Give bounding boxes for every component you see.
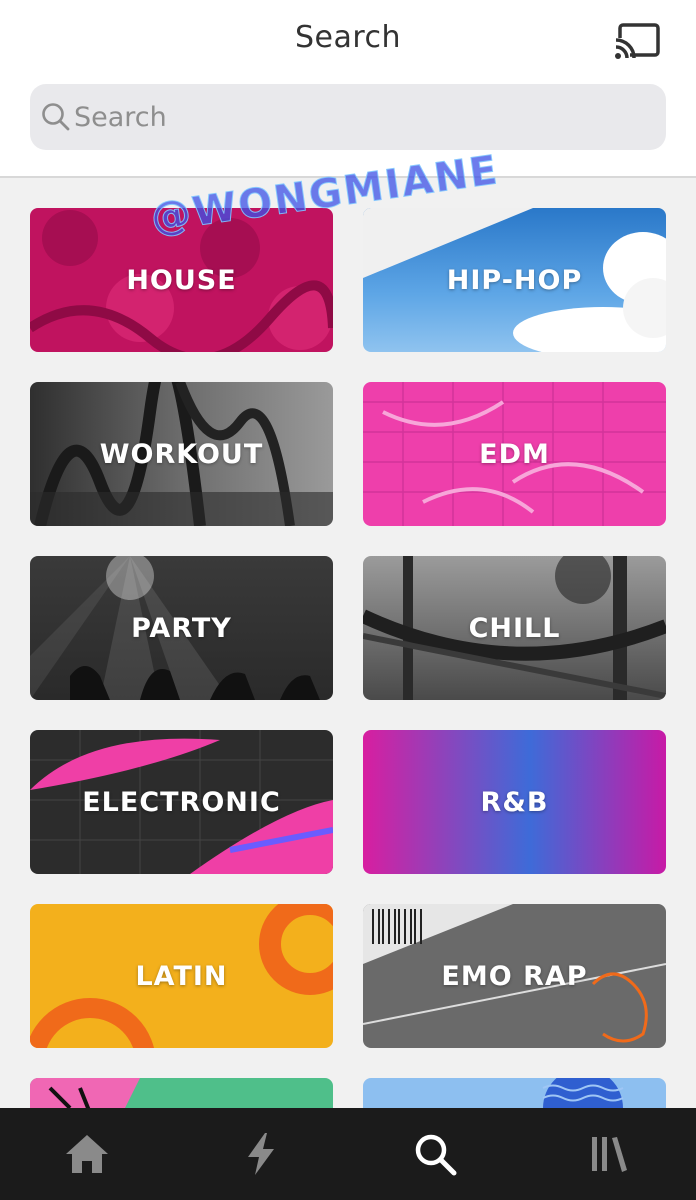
genre-tile-edm[interactable]: EDM xyxy=(363,382,666,526)
genre-label: ELECTRONIC xyxy=(82,786,281,818)
genre-label: R&B xyxy=(480,786,549,818)
tab-bar xyxy=(0,1108,696,1200)
genre-label: CHILL xyxy=(468,612,561,644)
genre-tile-electronic[interactable]: ELECTRONIC xyxy=(30,730,333,874)
header: Search xyxy=(0,0,696,178)
genre-grid: HOUSE HIP-HOP WORKOUT EDM PARTY CHILL EL… xyxy=(0,180,696,1108)
search-icon xyxy=(42,103,70,131)
tab-home[interactable] xyxy=(0,1108,174,1200)
tab-library[interactable] xyxy=(522,1108,696,1200)
genre-label: HOUSE xyxy=(126,264,237,296)
genre-tile-partial-left[interactable] xyxy=(30,1078,333,1108)
search-icon xyxy=(415,1134,457,1176)
genre-label: LATIN xyxy=(135,960,228,992)
search-input[interactable] xyxy=(74,94,654,140)
genre-tile-house[interactable]: HOUSE xyxy=(30,208,333,352)
genre-tile-workout[interactable]: WORKOUT xyxy=(30,382,333,526)
tab-search[interactable] xyxy=(348,1108,522,1200)
genre-tile-partial-right[interactable] xyxy=(363,1078,666,1108)
genre-tile-rnb[interactable]: R&B xyxy=(363,730,666,874)
partial-right-artwork xyxy=(542,1078,624,1108)
genre-label: HIP-HOP xyxy=(446,264,583,296)
genre-tile-latin[interactable]: LATIN xyxy=(30,904,333,1048)
genre-label: PARTY xyxy=(131,612,232,644)
genre-tile-chill[interactable]: CHILL xyxy=(363,556,666,700)
library-icon xyxy=(592,1137,627,1172)
genre-tile-emo-rap[interactable]: EMO RAP xyxy=(363,904,666,1048)
home-icon xyxy=(66,1135,108,1173)
genre-tile-hip-hop[interactable]: HIP-HOP xyxy=(363,208,666,352)
lightning-icon xyxy=(248,1133,274,1175)
cast-icon[interactable] xyxy=(612,22,662,62)
tab-lightning[interactable] xyxy=(174,1108,348,1200)
search-bar[interactable] xyxy=(30,84,666,150)
genre-label: EMO RAP xyxy=(441,960,588,992)
genre-label: EDM xyxy=(479,438,550,470)
genre-tile-party[interactable]: PARTY xyxy=(30,556,333,700)
partial-left-artwork xyxy=(30,1078,140,1108)
page-title: Search xyxy=(294,20,402,55)
genre-label: WORKOUT xyxy=(99,438,264,470)
